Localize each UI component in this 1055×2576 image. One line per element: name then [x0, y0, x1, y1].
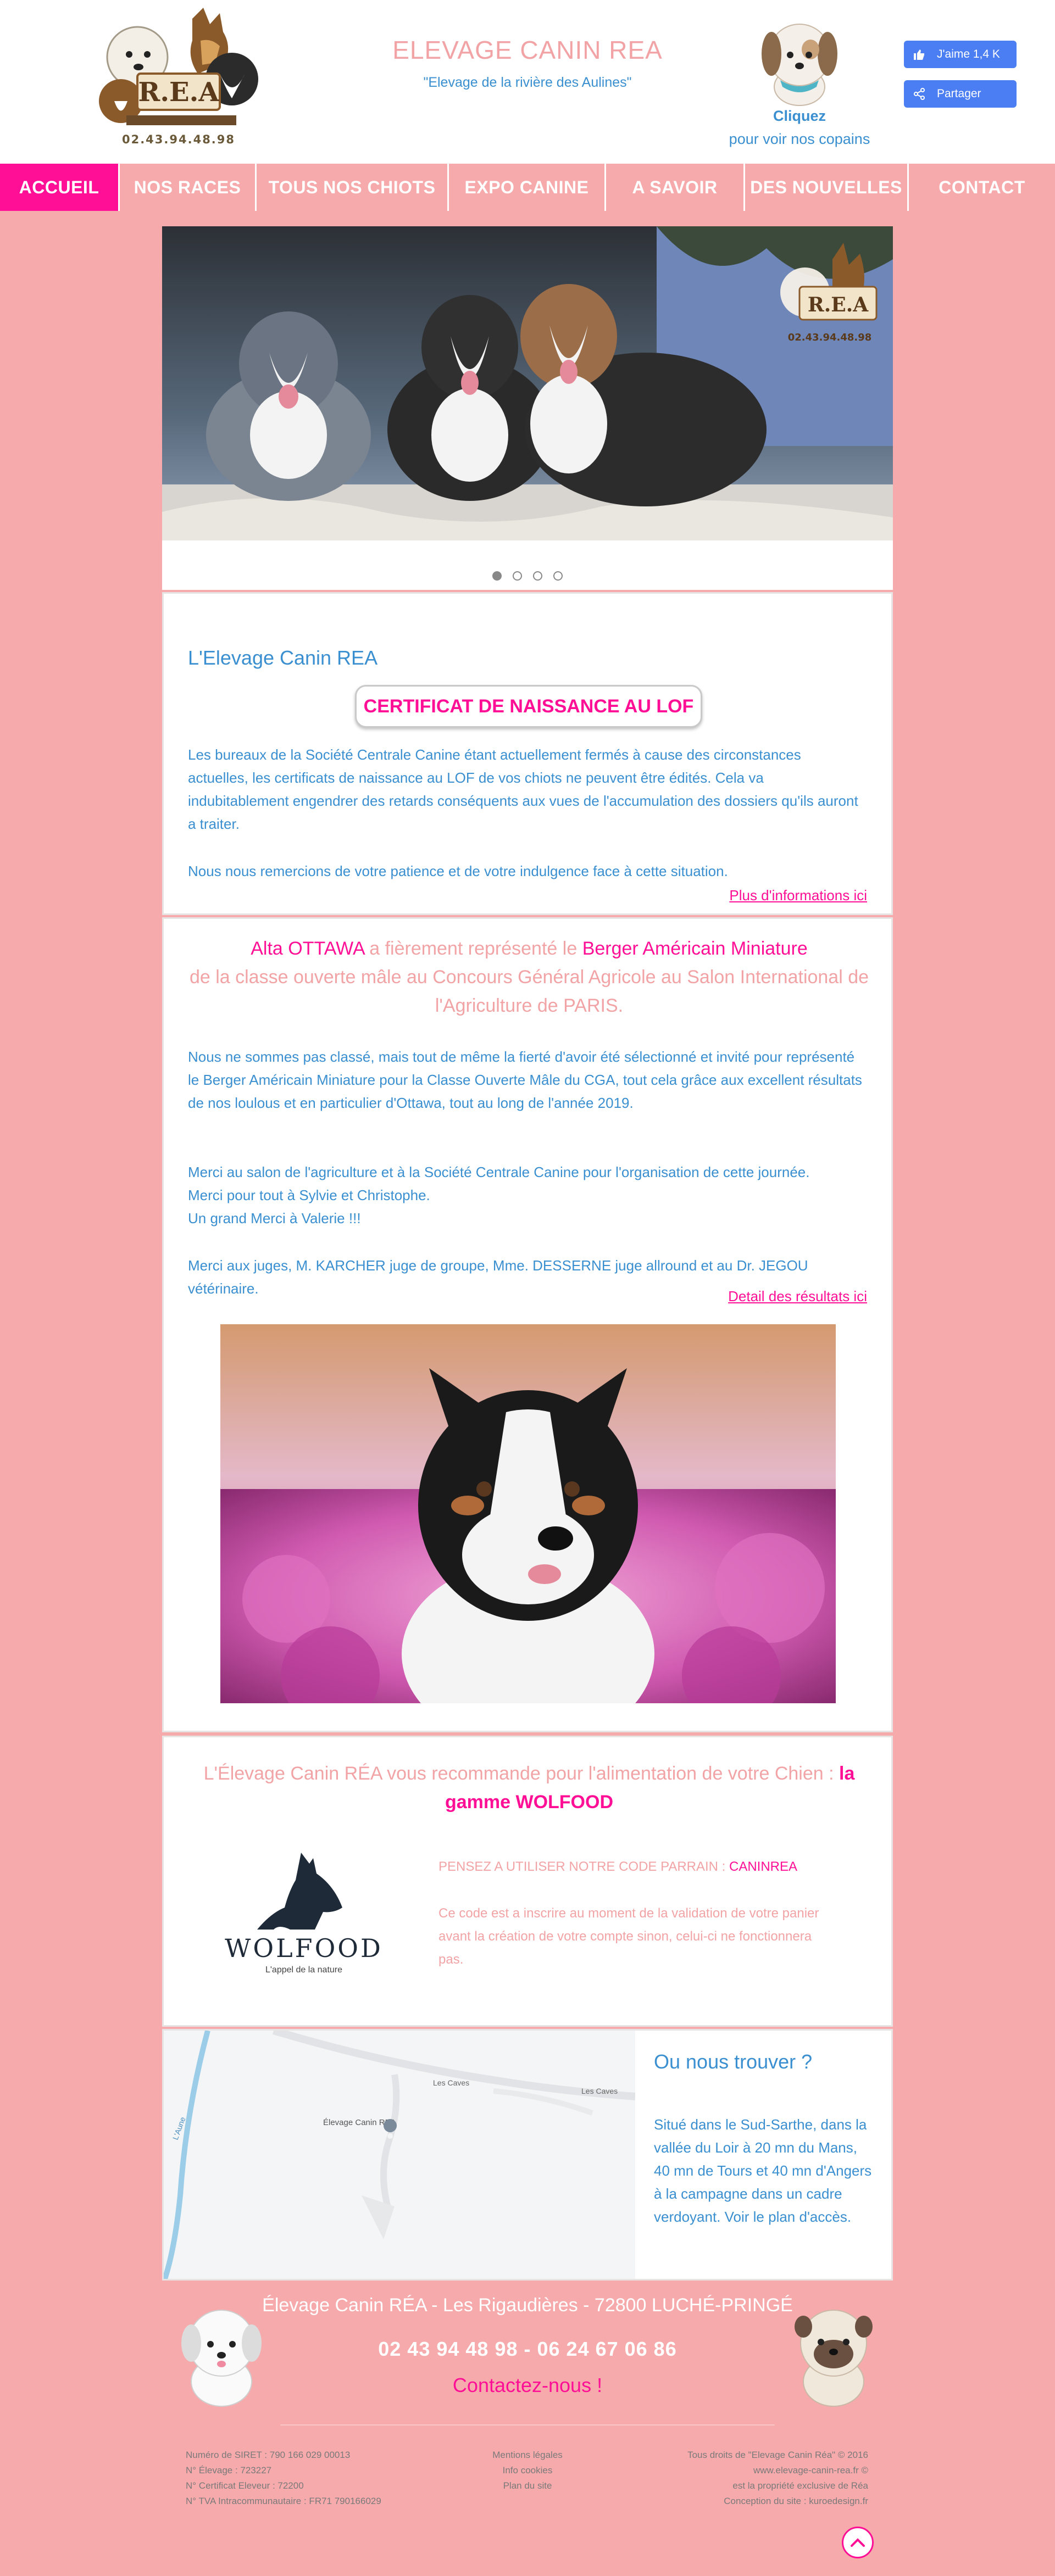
lof-paragraph: Les bureaux de la Société Centrale Canin… — [188, 746, 858, 832]
svg-text:WOLFOOD: WOLFOOD — [225, 1933, 383, 1963]
footer-phone-sep: - — [518, 2338, 537, 2360]
main-nav: ACCUEIL NOS RACES TOUS NOS CHIOTS EXPO C… — [0, 164, 1055, 211]
svg-text:R.E.A: R.E.A — [138, 77, 219, 108]
nav-item-expo-canine[interactable]: EXPO CANINE — [449, 164, 606, 211]
svg-text:02.43.94.48.98: 02.43.94.48.98 — [788, 332, 872, 343]
site-logo[interactable]: R.E.A — [88, 8, 269, 150]
footer-link-sitemap[interactable]: Plan du site — [445, 2478, 610, 2494]
footer-copyright: Tous droits de "Elevage Canin Réa" © 201… — [604, 2447, 868, 2509]
copains-subtitle: pour voir nos copains — [729, 131, 870, 147]
footer-phone-1[interactable]: 02 43 94 48 98 — [378, 2338, 518, 2360]
ottawa-breed: Berger Américain Miniature — [582, 938, 808, 959]
back-to-top-button[interactable] — [842, 2527, 874, 2558]
footer-copyright-line-1: Tous droits de "Elevage Canin Réa" © 201… — [687, 2450, 868, 2460]
facebook-share-button[interactable]: Partager — [904, 80, 1017, 108]
svg-text:Les Caves: Les Caves — [581, 2087, 618, 2095]
wolfood-code[interactable]: CANINREA — [729, 1859, 797, 1874]
slider-dot-1[interactable] — [492, 571, 502, 581]
three-aussie-dogs-photo: R.E.A 02.43.94.48.98 — [162, 226, 893, 540]
slider-dot-4[interactable] — [553, 571, 563, 581]
wolf-howling-icon: WOLFOOD L'appel de la nature — [225, 1853, 383, 1975]
ottawa-dog-photo — [220, 1324, 836, 1703]
lof-card: L'Elevage Canin REA CERTIFICAT DE NAISSA… — [162, 592, 893, 915]
ottawa-paragraph: Nous ne sommes pas classé, mais tout de … — [188, 1049, 862, 1111]
puppy-icon — [762, 24, 837, 106]
site-header: R.E.A 02.43.94.48.98 ELEVAGE CANIN REA "… — [0, 0, 1055, 164]
nav-item-contact[interactable]: CONTACT — [909, 164, 1055, 211]
footer-link-cookies[interactable]: Info cookies — [445, 2463, 610, 2478]
footer-phones: 02 43 94 48 98 - 06 24 67 06 86 — [0, 2338, 1055, 2361]
share-icon — [914, 88, 925, 100]
map-graphic: Les Caves Les Caves L'Aune Élevage Canin… — [164, 2031, 636, 2279]
lof-certificate-button[interactable]: CERTIFICAT DE NAISSANCE AU LOF — [355, 685, 702, 728]
footer-address: Élevage Canin RÉA - Les Rigaudières - 72… — [262, 2295, 793, 2316]
wolfood-code-label: PENSEZ A UTILISER NOTRE CODE PARRAIN : — [438, 1859, 729, 1874]
nav-item-nos-races[interactable]: NOS RACES — [120, 164, 257, 211]
svg-text:R.E.A: R.E.A — [808, 293, 869, 316]
footer-phone-2[interactable]: 06 24 67 06 86 — [537, 2338, 677, 2360]
location-map[interactable]: Les Caves Les Caves L'Aune Élevage Canin… — [164, 2031, 636, 2279]
lof-more-info-link[interactable]: Plus d'informations ici — [729, 887, 867, 904]
svg-text:Les Caves: Les Caves — [433, 2078, 469, 2087]
copains-title: Cliquez — [773, 108, 826, 124]
footer-siret: Numéro de SIRET : 790 166 029 00013 — [186, 2450, 351, 2460]
logo-phone: 02.43.94.48.98 — [121, 133, 236, 146]
facebook-like-button[interactable]: J'aime 1,4 K — [904, 41, 1017, 68]
copains-link[interactable]: Cliquez pour voir nos copains — [714, 15, 885, 153]
ottawa-thanks-2: Merci pour tout à Sylvie et Christophe. — [188, 1187, 430, 1203]
footer-copyright-line-2: www.elevage-canin-rea.fr © — [753, 2465, 868, 2475]
wolfood-heading: L'Élevage Canin RÉA vous recommande pour… — [186, 1759, 873, 1816]
slider-dot-3[interactable] — [533, 571, 542, 581]
location-card: Les Caves Les Caves L'Aune Élevage Canin… — [162, 2029, 893, 2281]
location-title: Ou nous trouver ? — [654, 2050, 813, 2073]
footer-certificate: N° Certificat Eleveur : 72200 — [186, 2480, 304, 2491]
footer-tva: N° TVA Intracommunautaire : FR71 7901660… — [186, 2496, 381, 2506]
facebook-share-label: Partager — [937, 87, 981, 100]
ottawa-dog-name: Alta OTTAWA — [251, 938, 364, 959]
wolfood-note: Ce code est a inscrire au moment de la v… — [438, 1906, 819, 1967]
ottawa-card: Alta OTTAWA a fièrement représenté le Be… — [162, 917, 893, 1732]
slide-image: R.E.A 02.43.94.48.98 — [162, 226, 893, 540]
svg-text:L'appel de la nature: L'appel de la nature — [265, 1965, 342, 1975]
site-title: ELEVAGE CANIN REA — [392, 36, 663, 64]
site-subtitle: "Elevage de la rivière des Aulines" — [423, 75, 632, 90]
footer-legal-info: Numéro de SIRET : 790 166 029 00013 N° É… — [186, 2447, 460, 2509]
location-text: Situé dans le Sud-Sarthe, dans la vallée… — [654, 2116, 872, 2225]
chevron-up-icon — [851, 2538, 865, 2547]
footer-contact-link[interactable]: Contactez-nous ! — [0, 2374, 1055, 2397]
nav-item-accueil[interactable]: ACCUEIL — [0, 164, 120, 211]
wolfood-heading-text: L'Élevage Canin RÉA vous recommande pour… — [203, 1763, 840, 1784]
logo-dogs-illustration: R.E.A — [99, 8, 258, 125]
ottawa-results-link[interactable]: Detail des résultats ici — [728, 1288, 867, 1305]
wolfood-card: L'Élevage Canin RÉA vous recommande pour… — [162, 1736, 893, 2027]
footer-elevage-number: N° Élevage : 723227 — [186, 2465, 272, 2475]
nav-item-tous-nos-chiots[interactable]: TOUS NOS CHIOTS — [257, 164, 449, 211]
wolfood-code-line: PENSEZ A UTILISER NOTRE CODE PARRAIN : C… — [438, 1859, 797, 1875]
footer-copyright-line-3: est la propriété exclusive de Réa — [732, 2480, 868, 2491]
footer-links: Mentions légales Info cookies Plan du si… — [445, 2447, 610, 2494]
slider-dots — [0, 571, 1055, 581]
nav-item-des-nouvelles[interactable]: DES NOUVELLES — [745, 164, 909, 211]
footer-link-mentions[interactable]: Mentions légales — [445, 2447, 610, 2463]
facebook-like-label: J'aime 1,4 K — [937, 48, 1000, 60]
footer-divider — [280, 2424, 775, 2426]
nav-item-a-savoir[interactable]: A SAVOIR — [606, 164, 745, 211]
ottawa-heading: Alta OTTAWA a fièrement représenté le Be… — [186, 934, 873, 1020]
ottawa-heading-mid: a fièrement représenté le — [364, 938, 582, 959]
aussie-in-flowers-photo — [220, 1324, 836, 1703]
slider-dot-2[interactable] — [513, 571, 522, 581]
thumbs-up-icon — [914, 49, 924, 60]
lof-card-title: L'Elevage Canin REA — [188, 646, 378, 669]
ottawa-heading-rest: de la classe ouverte mâle au Concours Gé… — [189, 967, 869, 1016]
image-slider[interactable]: R.E.A 02.43.94.48.98 — [162, 226, 893, 590]
footer-credit: Conception du site : kuroedesign.fr — [724, 2496, 868, 2506]
lof-thanks: Nous nous remercions de votre patience e… — [188, 863, 728, 879]
wolfood-logo[interactable]: WOLFOOD L'appel de la nature — [219, 1847, 389, 1979]
ottawa-thanks-1: Merci au salon de l'agriculture et à la … — [188, 1164, 810, 1180]
ottawa-thanks-3: Un grand Merci à Valerie !!! — [188, 1210, 361, 1226]
